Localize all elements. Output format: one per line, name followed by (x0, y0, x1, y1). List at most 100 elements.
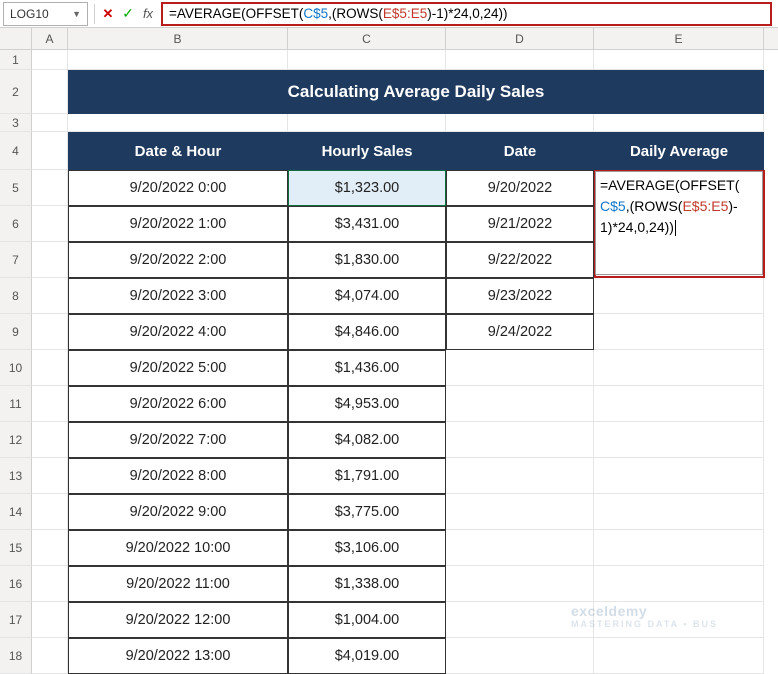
cell[interactable] (446, 458, 594, 494)
cell[interactable] (594, 386, 764, 422)
cell-hs[interactable]: $4,953.00 (288, 386, 446, 422)
cell-dh[interactable]: 9/20/2022 11:00 (68, 566, 288, 602)
cell-hs[interactable]: $4,019.00 (288, 638, 446, 674)
cell-hs[interactable]: $1,323.00 (288, 170, 446, 206)
col-E[interactable]: E (594, 28, 764, 49)
cell[interactable] (594, 638, 764, 674)
cell[interactable] (32, 422, 68, 458)
col-D[interactable]: D (446, 28, 594, 49)
cell[interactable] (594, 422, 764, 458)
formula-input[interactable]: =AVERAGE(OFFSET(C$5,(ROWS(E$5:E5)-1)*24,… (161, 2, 772, 26)
row-13[interactable]: 13 (0, 458, 32, 494)
row-5[interactable]: 5 (0, 170, 32, 206)
cell[interactable] (32, 70, 68, 114)
cell[interactable] (446, 566, 594, 602)
row-17[interactable]: 17 (0, 602, 32, 638)
cell-hs[interactable]: $3,775.00 (288, 494, 446, 530)
row-9[interactable]: 9 (0, 314, 32, 350)
cell[interactable] (594, 350, 764, 386)
cell[interactable] (594, 494, 764, 530)
cell-hs[interactable]: $1,004.00 (288, 602, 446, 638)
cell[interactable] (446, 422, 594, 458)
cell[interactable] (594, 50, 764, 70)
col-C[interactable]: C (288, 28, 446, 49)
row-3[interactable]: 3 (0, 114, 32, 132)
row-11[interactable]: 11 (0, 386, 32, 422)
cell-dh[interactable]: 9/20/2022 2:00 (68, 242, 288, 278)
row-4[interactable]: 4 (0, 132, 32, 170)
row-12[interactable]: 12 (0, 422, 32, 458)
cell-d[interactable]: 9/23/2022 (446, 278, 594, 314)
th-date-hour[interactable]: Date & Hour (68, 132, 288, 170)
cell-hs[interactable]: $1,338.00 (288, 566, 446, 602)
accept-button[interactable]: ✓ (118, 4, 138, 24)
cell[interactable] (288, 114, 446, 132)
inline-formula-edit[interactable]: =AVERAGE(OFFSET(C$5,(ROWS(E$5:E5)-1)*24,… (595, 171, 763, 275)
cell-d[interactable]: 9/22/2022 (446, 242, 594, 278)
cell[interactable] (32, 206, 68, 242)
cell[interactable] (594, 114, 764, 132)
cell[interactable] (32, 50, 68, 70)
cell[interactable] (32, 602, 68, 638)
cell-dh[interactable]: 9/20/2022 13:00 (68, 638, 288, 674)
cell[interactable] (446, 386, 594, 422)
cell[interactable] (594, 566, 764, 602)
cell[interactable] (288, 50, 446, 70)
cell-dh[interactable]: 9/20/2022 4:00 (68, 314, 288, 350)
page-title[interactable]: Calculating Average Daily Sales (68, 70, 764, 114)
cell[interactable] (32, 494, 68, 530)
cell-d[interactable]: 9/20/2022 (446, 170, 594, 206)
cell-hs[interactable]: $3,106.00 (288, 530, 446, 566)
fx-button[interactable]: fx (138, 4, 158, 24)
cancel-button[interactable]: ✕ (98, 4, 118, 24)
row-2[interactable]: 2 (0, 70, 32, 114)
th-date[interactable]: Date (446, 132, 594, 170)
cell[interactable] (594, 530, 764, 566)
cell[interactable] (32, 530, 68, 566)
row-6[interactable]: 6 (0, 206, 32, 242)
th-daily-average[interactable]: Daily Average (594, 132, 764, 170)
cell[interactable] (446, 114, 594, 132)
cell-dh[interactable]: 9/20/2022 6:00 (68, 386, 288, 422)
cell[interactable] (32, 566, 68, 602)
cell-hs[interactable]: $4,082.00 (288, 422, 446, 458)
cell-dh[interactable]: 9/20/2022 5:00 (68, 350, 288, 386)
row-1[interactable]: 1 (0, 50, 32, 70)
chevron-down-icon[interactable]: ▼ (72, 9, 81, 19)
cell[interactable] (68, 114, 288, 132)
th-hourly-sales[interactable]: Hourly Sales (288, 132, 446, 170)
cell[interactable] (32, 638, 68, 674)
row-8[interactable]: 8 (0, 278, 32, 314)
cell-dh[interactable]: 9/20/2022 0:00 (68, 170, 288, 206)
select-all-corner[interactable] (0, 28, 32, 49)
cell-dh[interactable]: 9/20/2022 1:00 (68, 206, 288, 242)
cell-hs[interactable]: $1,436.00 (288, 350, 446, 386)
cell[interactable] (32, 458, 68, 494)
col-A[interactable]: A (32, 28, 68, 49)
cell-dh[interactable]: 9/20/2022 10:00 (68, 530, 288, 566)
cell-hs[interactable]: $3,431.00 (288, 206, 446, 242)
cell[interactable] (446, 530, 594, 566)
cell[interactable] (32, 350, 68, 386)
cell-dh[interactable]: 9/20/2022 9:00 (68, 494, 288, 530)
cell[interactable] (446, 50, 594, 70)
cell[interactable] (32, 314, 68, 350)
cell[interactable] (32, 242, 68, 278)
row-15[interactable]: 15 (0, 530, 32, 566)
cell[interactable] (32, 170, 68, 206)
col-B[interactable]: B (68, 28, 288, 49)
cell-hs[interactable]: $1,830.00 (288, 242, 446, 278)
cell-dh[interactable]: 9/20/2022 8:00 (68, 458, 288, 494)
cell[interactable] (446, 602, 594, 638)
cell-d[interactable]: 9/21/2022 (446, 206, 594, 242)
name-box[interactable]: LOG10 ▼ (3, 2, 88, 26)
row-16[interactable]: 16 (0, 566, 32, 602)
cell[interactable] (32, 114, 68, 132)
cell-E5[interactable]: =AVERAGE(OFFSET(C$5,(ROWS(E$5:E5)-1)*24,… (594, 170, 764, 206)
cell-dh[interactable]: 9/20/2022 12:00 (68, 602, 288, 638)
cell[interactable] (446, 350, 594, 386)
cell[interactable] (32, 132, 68, 170)
cell-d[interactable]: 9/24/2022 (446, 314, 594, 350)
cell[interactable] (446, 494, 594, 530)
cell[interactable] (32, 278, 68, 314)
